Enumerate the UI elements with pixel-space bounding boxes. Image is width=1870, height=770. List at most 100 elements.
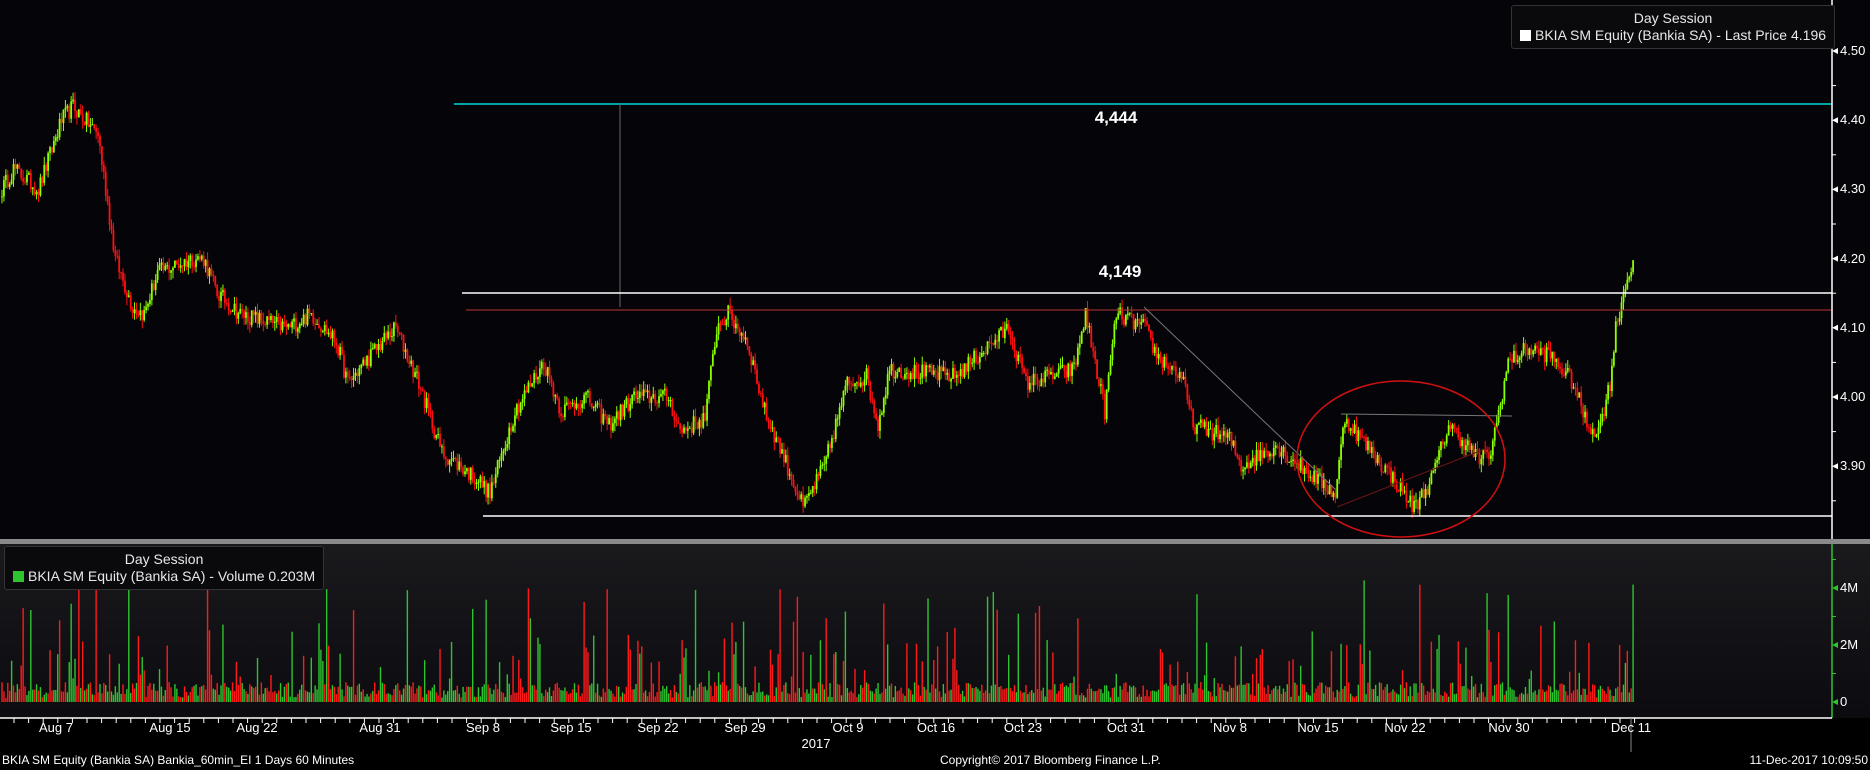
candle-body [932,370,935,375]
candle-body [385,332,388,339]
candle-body [686,428,689,431]
candle-body [1138,319,1141,325]
date-tick-label: Sep 22 [637,720,679,735]
candle-body [35,191,38,195]
candle-body [1557,358,1560,367]
candle-body [1269,453,1271,457]
candle-body [1616,321,1619,323]
candle-body [1115,318,1118,324]
candle-body [788,474,791,476]
candle-body [1101,384,1104,394]
candle-body [615,411,618,419]
candle-body [946,372,949,376]
candle-body [552,383,555,397]
candle-body [369,349,372,366]
candle-body [938,366,941,381]
candle-body [49,147,51,154]
candle-body [610,417,612,431]
price-tick-label: 3.90 [1840,458,1866,474]
candle-body [475,482,478,485]
candle-body [1413,500,1415,512]
candle-body [531,383,534,387]
candle-body [1267,450,1269,457]
candle-body [1176,375,1179,378]
candle-body [441,446,443,448]
candle-body [198,256,201,260]
candle-body [880,413,883,415]
candle-body [285,323,288,328]
candle-body [1478,450,1481,465]
candle-body [300,323,303,325]
candle-body [108,202,111,225]
candle-body [156,270,159,281]
candle-body [1303,468,1306,475]
candle-body [1215,425,1218,434]
candle-body [352,375,355,380]
candle-body [550,378,553,384]
candle-body [711,353,714,367]
candle-body [1409,495,1412,502]
candle-body [393,322,395,337]
candle-body [904,373,906,379]
candle-body [1226,433,1229,438]
candle-body [796,492,799,496]
candle-body [1528,348,1531,355]
candle-body [33,187,36,195]
candle-body [700,419,703,428]
candle-body [779,438,781,454]
candle-body [1096,359,1098,380]
candle-body [1222,431,1225,436]
candle-body [1051,371,1054,379]
candle-body [613,418,616,424]
candle-body [698,419,701,429]
candle-body [1238,457,1241,461]
candle-body [152,283,155,290]
candle-body [281,321,284,331]
candle-body [444,456,447,460]
candle-body [669,400,672,402]
candle-body [1370,447,1373,453]
candle-body [842,390,845,406]
candle-body [110,224,113,230]
candle-body [994,339,997,345]
candle-body [1142,319,1145,322]
candle-body [569,402,572,404]
candle-body [1591,429,1594,435]
candle-body [379,343,382,350]
candle-body [64,107,67,110]
date-tick-label: Oct 23 [1003,720,1043,735]
candle-body [1126,313,1129,315]
candle-body [594,404,597,407]
candle-body [635,391,637,399]
candle-body [1628,276,1631,280]
candle-body [439,433,441,447]
candle-body [162,262,165,270]
candle-body [602,413,605,424]
candle-body [125,292,128,298]
footer-copyright: Copyright© 2017 Bloomberg Finance L.P. [940,753,1161,767]
candle-body [485,480,488,498]
candle-body [1015,351,1018,361]
candle-body [414,372,416,377]
candle-body [172,267,174,271]
rising-trend-line [1336,446,1491,508]
candle-body [1365,437,1367,450]
candle-body [1186,384,1189,400]
candle-body [1324,480,1327,492]
candle-body [1522,343,1525,354]
candle-body [258,312,261,324]
candle-body [239,308,242,314]
candle-body [223,290,226,304]
candle-body [364,359,367,366]
candle-body [1140,321,1143,325]
candle-body [262,320,265,325]
candle-body [792,479,795,487]
candle-body [1332,492,1335,497]
candle-body [1328,485,1331,495]
candle-body [1163,356,1166,368]
candle-body [1566,367,1569,372]
candle-body [1242,469,1244,472]
candle-body [1568,367,1571,372]
candle-body [52,141,55,153]
candle-body [446,459,449,465]
